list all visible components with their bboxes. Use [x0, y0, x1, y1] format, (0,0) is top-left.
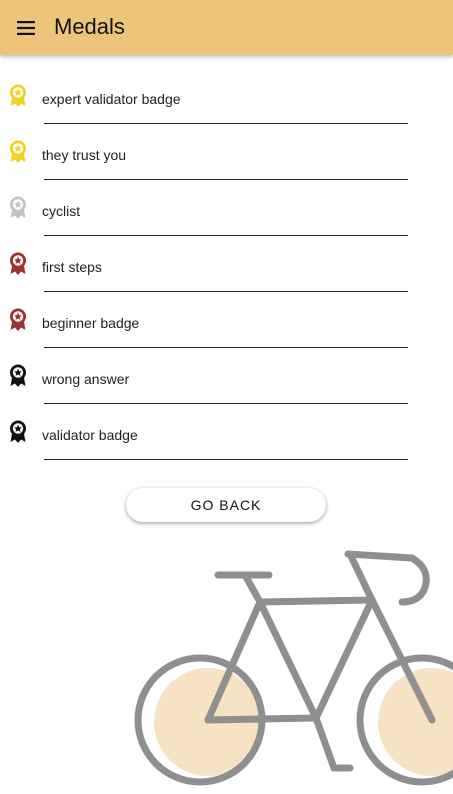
divider [44, 291, 408, 292]
divider [44, 459, 408, 460]
medal-label: cyclist [42, 203, 81, 219]
medal-label: validator badge [42, 427, 138, 443]
medal-item[interactable]: cyclist [0, 184, 453, 240]
divider [44, 403, 408, 404]
hamburger-menu-icon[interactable] [12, 15, 40, 41]
divider [44, 123, 408, 124]
medal-label: wrong answer [42, 371, 130, 387]
medal-icon [7, 308, 29, 332]
divider [44, 179, 408, 180]
medal-item[interactable]: wrong answer [0, 352, 453, 408]
medal-icon [7, 140, 29, 164]
medal-icon [7, 84, 29, 108]
app-bar: Medals [0, 0, 453, 55]
medal-label: beginner badge [42, 315, 140, 331]
medal-icon [7, 420, 29, 444]
medal-icon [7, 196, 29, 220]
medal-label: first steps [42, 259, 102, 275]
medal-item[interactable]: they trust you [0, 128, 453, 184]
medal-list: expert validator badge they trust you cycl… [0, 72, 453, 464]
go-back-button[interactable]: GO BACK [126, 488, 326, 522]
page-title: Medals [54, 14, 125, 39]
medal-item[interactable]: first steps [0, 240, 453, 296]
divider [44, 347, 408, 348]
medal-item[interactable]: expert validator badge [0, 72, 453, 128]
bicycle-illustration [0, 540, 453, 794]
medal-item[interactable]: beginner badge [0, 296, 453, 352]
medal-icon [7, 364, 29, 388]
medal-label: expert validator badge [42, 91, 181, 107]
medal-icon [7, 252, 29, 276]
divider [44, 235, 408, 236]
medal-label: they trust you [42, 147, 127, 163]
medal-item[interactable]: validator badge [0, 408, 453, 464]
